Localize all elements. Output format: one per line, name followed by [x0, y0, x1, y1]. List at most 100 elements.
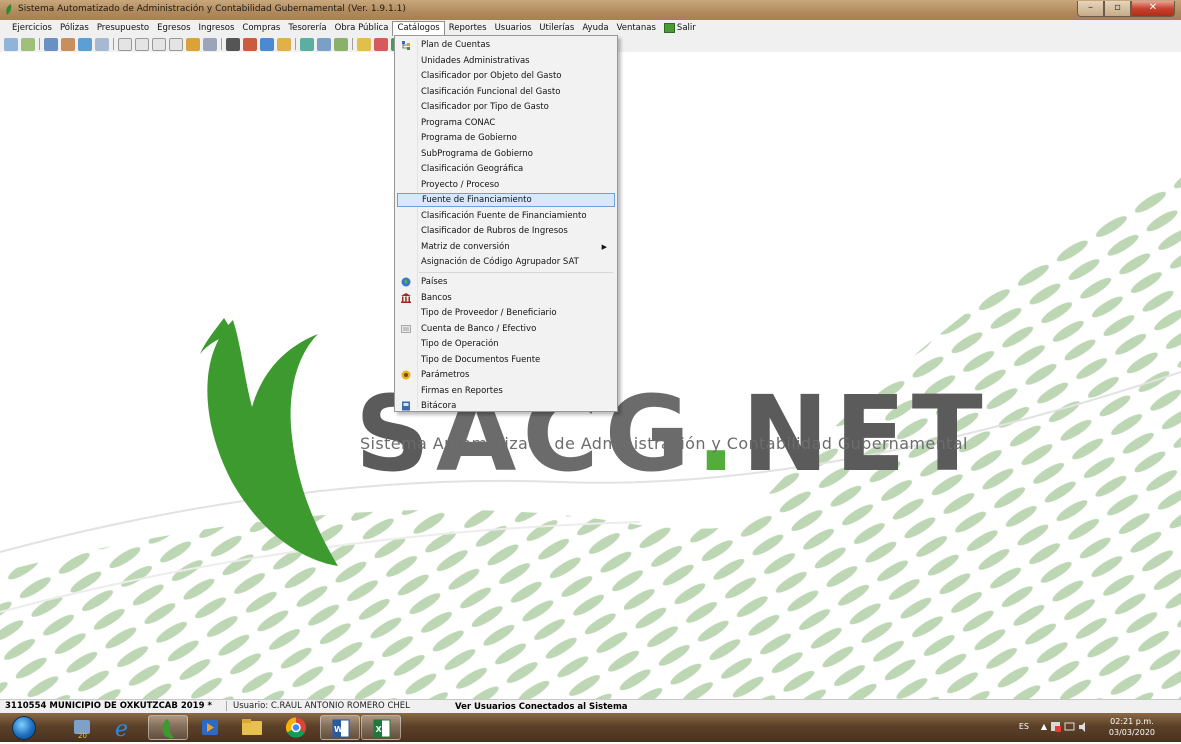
menu-item-bancos[interactable]: Bancos [397, 291, 615, 305]
menu-ejercicios[interactable]: Ejercicios [8, 21, 56, 35]
menu-item-unidades-administrativas[interactable]: Unidades Administrativas [397, 54, 615, 68]
saacg-icon [162, 719, 174, 739]
taskbar-file-explorer[interactable] [232, 715, 272, 740]
menu-item-programa-gobierno[interactable]: Programa de Gobierno [397, 131, 615, 145]
menu-item-tipo-proveedor[interactable]: Tipo de Proveedor / Beneficiario [397, 306, 615, 320]
menu-item-tipo-operacion[interactable]: Tipo de Operación [397, 337, 615, 351]
form-icon[interactable] [118, 37, 132, 51]
app-icon: 20 [74, 720, 90, 740]
entity-label: 3110554 MUNICIPIO DE OXKUTZCAB 2019 * [5, 701, 212, 711]
show-hidden-icons-icon[interactable]: ▲ [1041, 722, 1047, 731]
language-indicator[interactable]: ES [1019, 722, 1029, 731]
network-icon [1064, 722, 1075, 731]
menu-item-tipo-documentos-fuente[interactable]: Tipo de Documentos Fuente [397, 353, 615, 367]
menu-item-codigo-agrupador-sat[interactable]: Asignación de Código Agrupador SAT [397, 255, 615, 269]
taskbar-saacg[interactable] [148, 715, 188, 740]
calculator-icon[interactable] [226, 37, 240, 51]
report-icon[interactable] [186, 37, 200, 51]
window-title: Sistema Automatizado de Administración y… [18, 4, 406, 14]
form-icon[interactable] [169, 37, 183, 51]
menu-item-clasificador-objeto-gasto[interactable]: Clasificador por Objeto del Gasto [397, 69, 615, 83]
minimize-button[interactable]: – [1077, 1, 1104, 17]
menu-item-cuenta-banco[interactable]: Cuenta de Banco / Efectivo [397, 322, 615, 336]
menu-salir[interactable]: Salir [660, 21, 700, 35]
taskbar-media-player[interactable] [190, 715, 230, 740]
taskbar-excel[interactable]: X [361, 715, 401, 740]
menu-item-proyecto-proceso[interactable]: Proyecto / Proceso [397, 178, 615, 192]
menu-item-bitacora[interactable]: Bitácora [397, 399, 615, 413]
menu-item-parametros[interactable]: Parámetros [397, 368, 615, 382]
toolbar-separator [113, 38, 114, 50]
grid-icon[interactable] [95, 37, 109, 51]
menu-presupuesto[interactable]: Presupuesto [93, 21, 153, 35]
menu-item-clasificacion-funcional-gasto[interactable]: Clasificación Funcional del Gasto [397, 85, 615, 99]
menu-item-plan-de-cuentas[interactable]: Plan de Cuentas [397, 38, 615, 52]
menu-item-programa-conac[interactable]: Programa CONAC [397, 116, 615, 130]
title-bar: Sistema Automatizado de Administración y… [0, 0, 1181, 20]
stamp-icon[interactable] [334, 37, 348, 51]
taskbar-chrome[interactable] [276, 715, 316, 740]
menu-polizas[interactable]: Pólizas [56, 21, 93, 35]
menu-ventanas[interactable]: Ventanas [613, 21, 660, 35]
menu-utilerias[interactable]: Utilerías [535, 21, 578, 35]
box-icon[interactable] [277, 37, 291, 51]
search-icon[interactable] [374, 37, 388, 51]
window-controls: – ▫ ✕ [1077, 1, 1175, 17]
restore-icon: ▫ [1114, 2, 1121, 13]
toolbar-separator [295, 38, 296, 50]
wrench-icon[interactable] [61, 37, 75, 51]
edit-icon[interactable] [243, 37, 257, 51]
folder-icon[interactable] [260, 37, 274, 51]
form-icon[interactable] [152, 37, 166, 51]
menu-usuarios[interactable]: Usuarios [491, 21, 536, 35]
menu-ayuda[interactable]: Ayuda [578, 21, 612, 35]
menu-catalogos[interactable]: Catálogos [392, 20, 445, 36]
connected-users-link[interactable]: Ver Usuarios Conectados al Sistema [455, 702, 628, 712]
toolbar-separator [221, 38, 222, 50]
media-player-icon [202, 720, 218, 735]
menu-item-clasificador-tipo-gasto[interactable]: Clasificador por Tipo de Gasto [397, 100, 615, 114]
menu-item-fuente-financiamiento[interactable]: Fuente de Financiamiento [397, 193, 615, 207]
status-bar: 3110554 MUNICIPIO DE OXKUTZCAB 2019 * Us… [0, 699, 1181, 713]
clock-date: 03/03/2020 [1108, 728, 1155, 737]
menu-item-clasificacion-geografica[interactable]: Clasificación Geográfica [397, 162, 615, 176]
menu-separator [419, 272, 613, 273]
print-icon[interactable] [203, 37, 217, 51]
menu-reportes[interactable]: Reportes [445, 21, 491, 35]
menu-obra-publica[interactable]: Obra Pública [331, 21, 393, 35]
menu-item-paises[interactable]: Países [397, 275, 615, 289]
brand-subtitle: Sistema Automatizado de Administración y… [360, 434, 968, 453]
clock[interactable]: 02:21 p.m. 03/03/2020 [1109, 716, 1155, 738]
toolbar-separator [39, 38, 40, 50]
menu-item-clasificador-rubros-ingresos[interactable]: Clasificador de Rubros de Ingresos [397, 224, 615, 238]
menu-egresos[interactable]: Egresos [153, 21, 194, 35]
taskbar-word[interactable]: W [320, 715, 360, 740]
form-icon[interactable] [135, 37, 149, 51]
tray-icons [1051, 722, 1085, 732]
menu-item-firmas-reportes[interactable]: Firmas en Reportes [397, 384, 615, 398]
submenu-arrow-icon: ▶ [601, 242, 607, 251]
tools-icon[interactable] [317, 37, 331, 51]
menu-item-matriz-conversion[interactable]: Matriz de conversión ▶ [397, 240, 615, 254]
chart-icon[interactable] [21, 37, 35, 51]
close-button[interactable]: ✕ [1131, 1, 1175, 17]
menu-compras[interactable]: Compras [238, 21, 284, 35]
ledger-icon[interactable] [300, 37, 314, 51]
document-icon[interactable] [78, 37, 92, 51]
menu-item-clasificacion-fuente-financiamiento[interactable]: Clasificación Fuente de Financiamiento [397, 209, 615, 223]
menu-item-subprograma-gobierno[interactable]: SubPrograma de Gobierno [397, 147, 615, 161]
users-icon[interactable] [44, 37, 58, 51]
account-icon [401, 324, 411, 333]
clock-time: 02:21 p.m. [1110, 717, 1154, 726]
menu-ingresos[interactable]: Ingresos [195, 21, 239, 35]
taskbar-internet-explorer[interactable]: e [104, 715, 144, 742]
taskbar-app-contpaq[interactable]: 20 [62, 715, 102, 740]
tree-icon[interactable] [357, 37, 371, 51]
refresh-icon[interactable] [4, 37, 18, 51]
menu-tesoreria[interactable]: Tesorería [284, 21, 330, 35]
restore-button[interactable]: ▫ [1104, 1, 1131, 17]
catalogos-menu: Plan de Cuentas Unidades Administrativas… [394, 35, 618, 412]
internet-explorer-icon: e [115, 717, 128, 742]
taskbar: 20 e W X ES ▲ 02:21 p.m. 03/03/2020 [0, 713, 1181, 742]
start-button[interactable] [12, 716, 36, 740]
